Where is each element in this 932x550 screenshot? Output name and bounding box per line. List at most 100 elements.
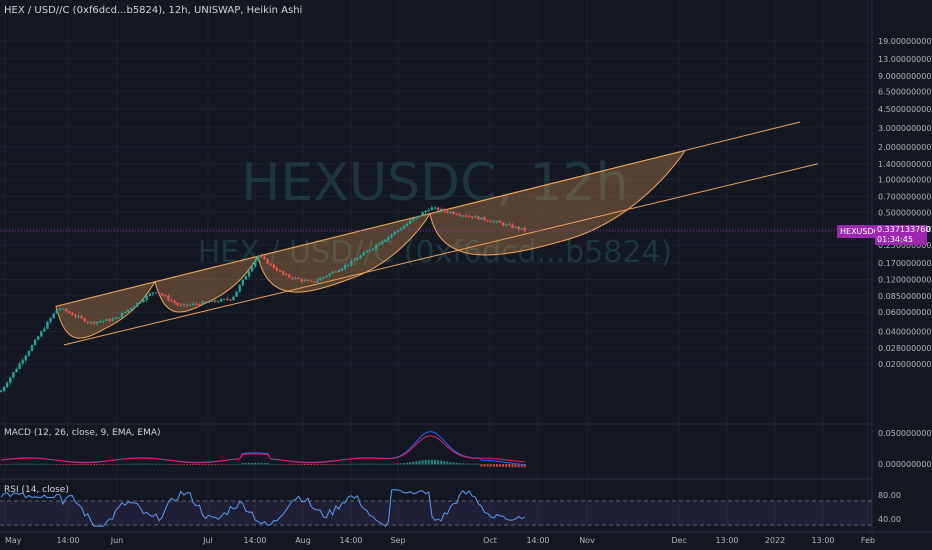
candle-body [353, 259, 356, 261]
candle-body [278, 270, 282, 272]
macd-histogram-bar [415, 461, 418, 465]
macd-histogram-bar [334, 464, 337, 465]
macd-histogram-bar [6, 463, 9, 465]
rsi-label[interactable]: RSI (14, close) [4, 485, 69, 495]
candle-body [210, 300, 213, 303]
cup-shape[interactable] [55, 281, 157, 339]
macd-histogram-bar [248, 462, 250, 465]
candle-body [350, 260, 353, 266]
candle-body [356, 258, 359, 260]
y-tick-label: 80.00 [878, 491, 901, 500]
macd-histogram-bar [111, 464, 114, 465]
candle-body [458, 214, 461, 216]
macd-histogram-bar [235, 463, 238, 465]
macd-histogram-bar [483, 464, 486, 467]
y-tick-label: 0.0200000000 [878, 360, 932, 369]
candle-body [402, 225, 406, 229]
macd-histogram-bar [96, 464, 99, 465]
macd-histogram-bar [387, 463, 390, 465]
macd-histogram-bar [446, 461, 449, 465]
macd-histogram-bar [34, 463, 37, 465]
candle-body [148, 293, 151, 296]
candle-body [257, 255, 260, 261]
macd-histogram-bar [502, 464, 505, 467]
candle-body [520, 228, 523, 230]
time-axis[interactable]: May 14:00 Jun Jul 14:00 Aug 14:00 Sep Oct 14:00 No… [5, 536, 875, 545]
candle-body [498, 221, 502, 223]
macd-histogram-bar [341, 464, 343, 465]
macd-histogram-bar [489, 464, 492, 467]
macd-histogram-bar [108, 464, 111, 465]
candle-body [185, 304, 189, 306]
symbol-info[interactable]: HEX / USD//C (0xf6dcd...b5824), 12h, UNI… [4, 5, 302, 16]
candle-body [250, 266, 254, 272]
macd-histogram-bar [65, 464, 68, 465]
macd-histogram-bar [455, 462, 458, 465]
macd-histogram-bar [182, 464, 185, 465]
macd-histogram-bar [133, 463, 136, 465]
candle-body [219, 299, 223, 302]
macd-histogram-bar [117, 463, 120, 465]
candle-body [365, 251, 368, 253]
macd-histogram-bar [350, 463, 353, 465]
macd-histogram-bar [297, 464, 300, 465]
candle-body [238, 285, 241, 292]
macd-histogram-bar [347, 463, 350, 465]
candle-body [399, 228, 403, 231]
macd-histogram-bar [427, 459, 430, 465]
y-tick-label: 19.0000000000 [878, 37, 932, 46]
candle-body [319, 278, 322, 281]
macd-histogram-bar [294, 464, 297, 465]
macd-histogram-bar [167, 464, 170, 465]
y-tick-label: 40.00 [878, 515, 901, 524]
candle-body [12, 372, 15, 378]
macd-histogram-bar [359, 463, 362, 465]
macd-histogram-bar [254, 462, 257, 465]
macd-histogram-bar [142, 463, 145, 465]
candle-body [309, 280, 313, 282]
candle-body [316, 280, 319, 283]
x-tick-label: 14:00 [243, 536, 266, 545]
macd-histogram-bar [434, 459, 436, 465]
macd-histogram-bar [272, 463, 275, 465]
candle-body [204, 301, 207, 303]
y-tick-label: 0.0400000000 [878, 327, 932, 336]
macd-histogram-bar [508, 464, 511, 468]
candle-body [179, 305, 182, 307]
macd-histogram-bar [83, 464, 86, 465]
chart-canvas[interactable]: HEXUSDC, 12h HEX / USD//C (0xf6dcd...b58… [0, 0, 932, 550]
candle-body [405, 223, 409, 226]
price-axis[interactable]: 19.0000000000 13.0000000000 9.0000000000 6.… [878, 37, 932, 524]
macd-histogram-bar [465, 463, 467, 465]
macd-histogram-bar [372, 463, 374, 465]
candle-body [182, 304, 186, 306]
candle-body [495, 221, 499, 223]
candle-body [86, 321, 89, 323]
rsi-pane [0, 489, 872, 527]
x-tick-label: Dec [671, 536, 686, 545]
y-tick-label: 13.0000000000 [878, 55, 932, 64]
macd-histogram-bar [213, 464, 216, 465]
candle-body [297, 277, 300, 280]
macd-histogram-bar [189, 464, 192, 465]
x-tick-label: 14:00 [56, 536, 79, 545]
macd-histogram-bar [3, 463, 6, 465]
macd-histogram-bar [71, 464, 74, 465]
candle-body [337, 270, 341, 272]
candle-body [6, 382, 9, 387]
macd-histogram-bar [186, 464, 188, 465]
macd-label[interactable]: MACD (12, 26, close, 9, EMA, EMA) [4, 428, 161, 438]
candle-body [80, 316, 83, 319]
candle-body [303, 280, 306, 282]
candle-body [244, 276, 248, 280]
macd-histogram-bar [458, 463, 461, 465]
candle-body [21, 360, 24, 364]
macd-histogram-bar [238, 463, 241, 465]
macd-histogram-bar [40, 463, 43, 465]
candle-body [455, 213, 458, 215]
macd-histogram-bar [468, 463, 471, 465]
candle-body [421, 212, 424, 216]
candle-body [55, 309, 58, 314]
x-tick-label: Oct [483, 536, 497, 545]
macd-histogram-bar [378, 463, 381, 465]
